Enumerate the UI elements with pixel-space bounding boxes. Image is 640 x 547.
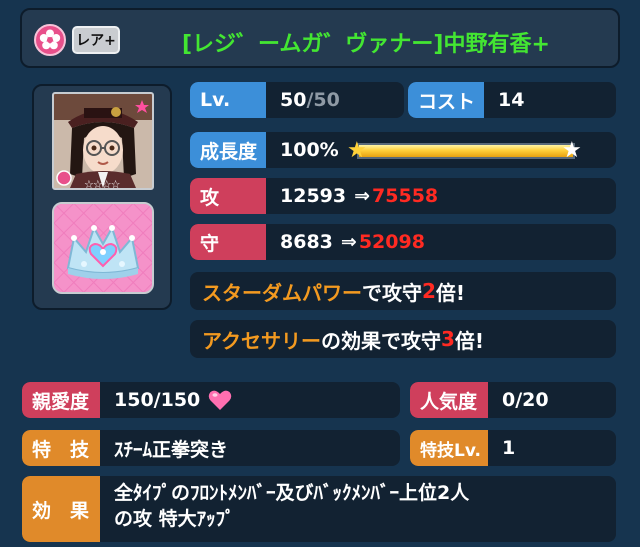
effect-row: 効 果 全ﾀｲﾌﾟのﾌﾛﾝﾄﾒﾝﾊﾞｰ及びﾊﾞｯｸﾒﾝﾊﾞｰ上位2人 の攻 特大… <box>22 476 616 542</box>
affection-row: 親愛度 150/150 <box>22 382 400 418</box>
level-label: Lv. <box>190 82 266 118</box>
defense-label: 守 <box>190 224 266 260</box>
level-max: /50 <box>306 89 340 111</box>
cost-value: 14 <box>498 89 525 111</box>
stardom-highlight: スターダムパワー <box>202 280 362 305</box>
accessory-post: 倍! <box>454 328 485 353</box>
effect-line-2: の攻 特大ｱｯﾌﾟ <box>114 508 235 530</box>
card-name: [レジ゛ームガ゛ヴァナー]中野有香+ <box>182 32 550 57</box>
effect-description: 全ﾀｲﾌﾟのﾌﾛﾝﾄﾒﾝﾊﾞｰ及びﾊﾞｯｸﾒﾝﾊﾞｰ上位2人 の攻 特大ｱｯﾌﾟ <box>100 476 469 542</box>
accessory-tiara-image[interactable] <box>52 202 154 294</box>
defense-base: 8683 <box>280 231 333 253</box>
level-row: Lv. 50/50 <box>190 82 404 118</box>
level-value: 50/50 <box>266 89 340 111</box>
stardom-multiplier: 2 <box>422 279 436 303</box>
skill-row: 特 技 ｽﾁｰﾑ正拳突き <box>22 430 400 466</box>
attack-boosted: 75558 <box>372 185 439 207</box>
flower-icon <box>34 24 66 56</box>
affection-value: 150/150 <box>114 389 201 411</box>
stardom-pre: で攻守 <box>362 280 422 305</box>
attack-row: 攻 12593 ⇒ 75558 <box>190 178 616 214</box>
attack-label: 攻 <box>190 178 266 214</box>
accessory-multiplier: 3 <box>441 327 455 351</box>
arrow-icon: ⇒ <box>354 185 371 207</box>
cost-label: コスト <box>408 82 484 118</box>
defense-row: 守 8683 ⇒ 52098 <box>190 224 616 260</box>
popularity-label: 人気度 <box>410 382 488 418</box>
arrow-icon: ⇒ <box>340 231 357 253</box>
star-icon: ★ <box>562 138 582 163</box>
growth-bar-fill <box>359 145 573 157</box>
skill-level-label: 特技Lv. <box>410 430 488 466</box>
heart-icon <box>209 390 232 410</box>
skill-label: 特 技 <box>22 430 100 466</box>
popularity-row: 人気度 0/20 <box>410 382 616 418</box>
stardom-power-message: スターダムパワー で攻守 2 倍! <box>190 272 616 310</box>
rarity-stars: ☆☆☆☆ <box>84 178 120 191</box>
growth-value: 100% <box>280 139 339 161</box>
idol-portrait[interactable] <box>52 92 154 190</box>
skill-level-row: 特技Lv. 1 <box>410 430 616 466</box>
growth-label: 成長度 <box>190 132 266 168</box>
star-icon: ★ <box>347 138 367 163</box>
attack-value: 12593 ⇒ 75558 <box>266 185 438 207</box>
popularity-value: 0/20 <box>502 389 549 411</box>
skill-level-value: 1 <box>502 437 516 459</box>
rarity-badge: レア+ <box>72 26 120 54</box>
skill-name: ｽﾁｰﾑ正拳突き <box>114 438 229 461</box>
attack-base: 12593 <box>280 185 347 207</box>
accessory-highlight: アクセサリー <box>202 328 321 353</box>
cost-row: コスト 14 <box>408 82 616 118</box>
accessory-pre: の効果で攻守 <box>321 328 441 353</box>
level-current: 50 <box>280 89 307 111</box>
accessory-message: アクセサリー の効果で攻守 3 倍! <box>190 320 616 358</box>
effect-label: 効 果 <box>22 476 100 542</box>
defense-boosted: 52098 <box>358 231 425 253</box>
effect-line-1: 全ﾀｲﾌﾟのﾌﾛﾝﾄﾒﾝﾊﾞｰ及びﾊﾞｯｸﾒﾝﾊﾞｰ上位2人 <box>114 482 470 504</box>
affection-label: 親愛度 <box>22 382 100 418</box>
defense-value: 8683 ⇒ 52098 <box>266 231 425 253</box>
stardom-post: 倍! <box>435 280 466 305</box>
